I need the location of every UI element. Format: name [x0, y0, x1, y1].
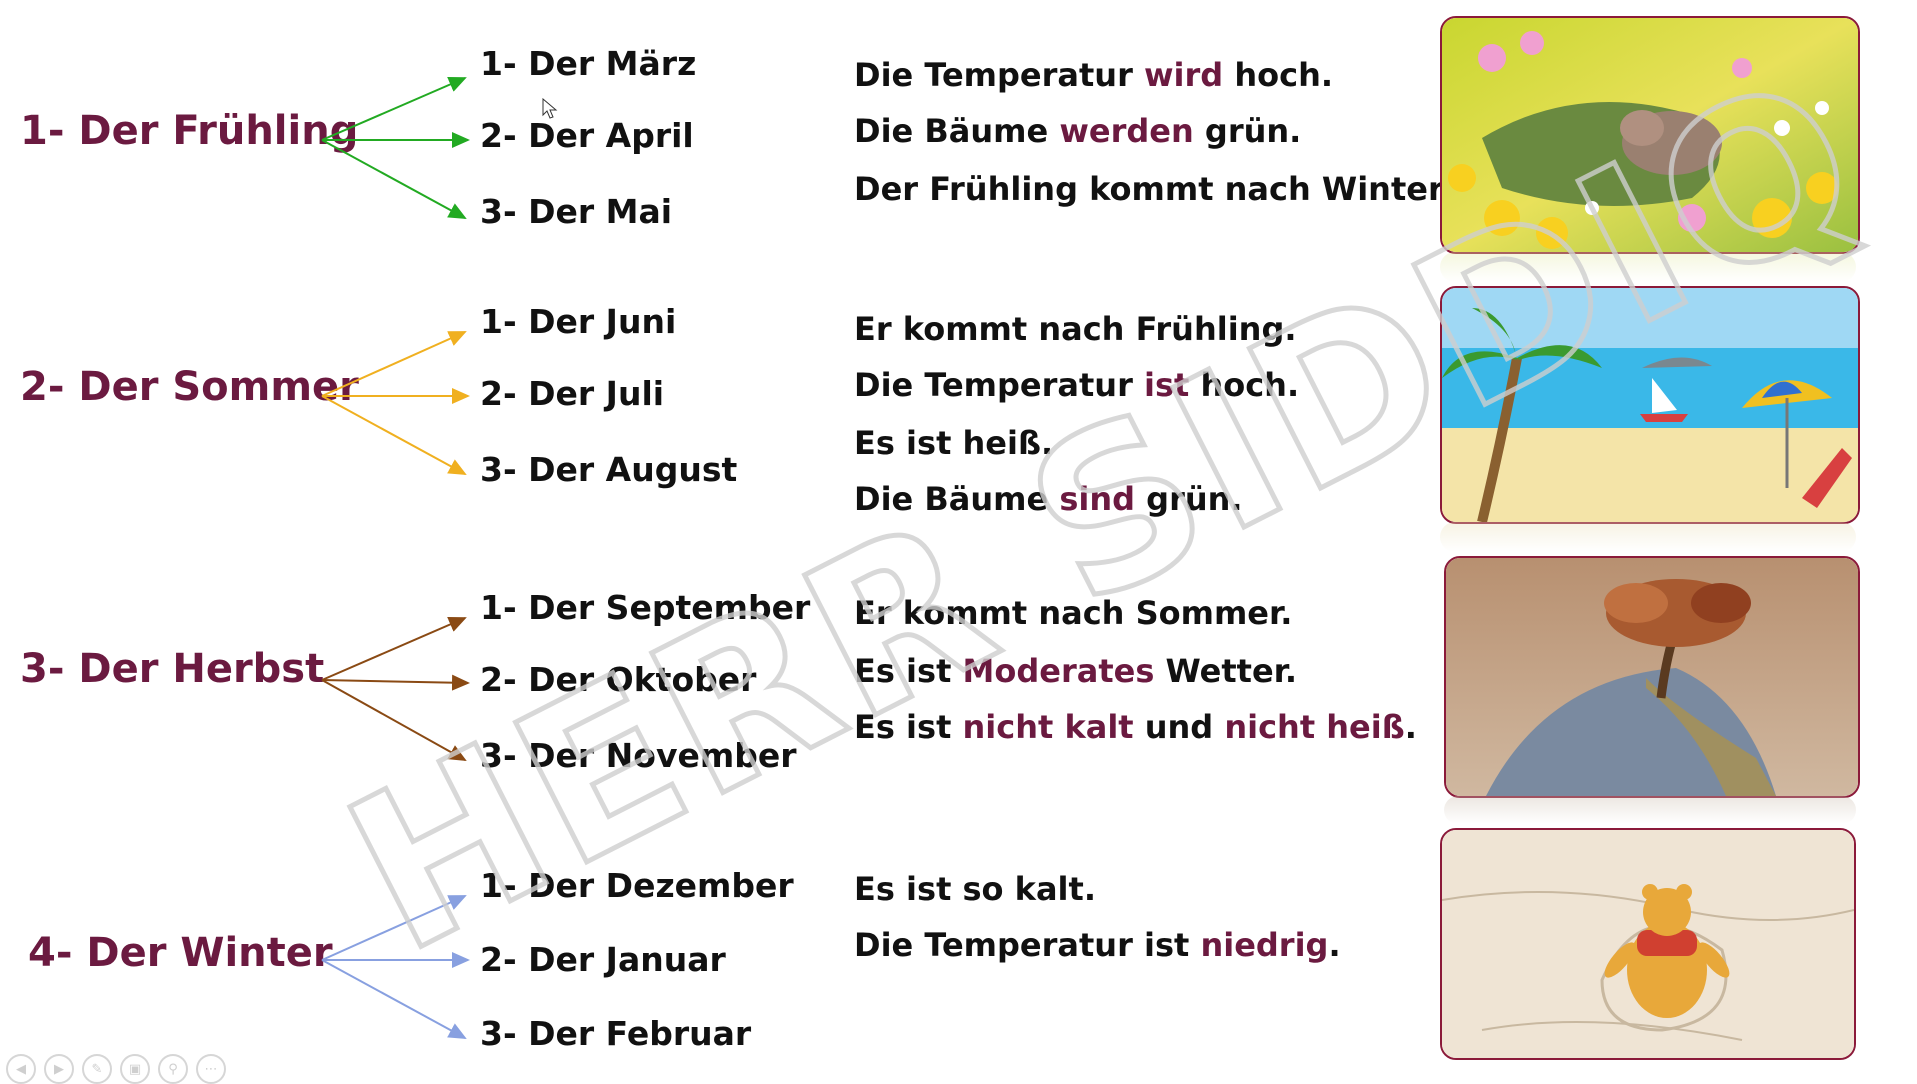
sentence-segment: und	[1133, 708, 1225, 746]
sentence-winter-2: Die Temperatur ist niedrig.	[854, 926, 1341, 964]
highlighted-word: ist	[1143, 366, 1190, 404]
autumn-image	[1444, 556, 1860, 798]
month-winter-2: 2- Der Januar	[480, 940, 726, 979]
highlighted-word: sind	[1059, 480, 1136, 518]
month-autumn-2: 2- Der Oktober	[480, 660, 757, 699]
sentence-segment: Wetter.	[1154, 652, 1298, 690]
sentence-segment: Es ist so kalt.	[854, 870, 1096, 908]
highlighted-word: werden	[1059, 112, 1194, 150]
sentence-segment: Die Bäume	[854, 480, 1060, 518]
sentence-segment: hoch.	[1189, 366, 1300, 404]
summer-image-reflection	[1440, 522, 1856, 552]
highlighted-word: nicht kalt	[962, 708, 1134, 746]
month-summer-3: 3- Der August	[480, 450, 738, 489]
sentence-spring-3: Der Frühling kommt nach Winter.	[854, 170, 1451, 208]
sentence-summer-2: Die Temperatur ist hoch.	[854, 366, 1299, 404]
highlighted-word: wird	[1143, 56, 1224, 94]
sentence-segment: hoch.	[1223, 56, 1334, 94]
month-winter-1: 1- Der Dezember	[480, 866, 794, 905]
sentence-winter-1: Es ist so kalt.	[854, 870, 1096, 908]
sentence-segment: .	[1328, 926, 1341, 964]
sentence-segment: Die Temperatur	[854, 366, 1144, 404]
winter-image	[1440, 828, 1856, 1060]
sentence-segment: grün.	[1193, 112, 1302, 150]
sentence-segment: Es ist heiß.	[854, 424, 1054, 462]
sentence-segment: Die Temperatur ist	[854, 926, 1201, 964]
highlighted-word: nicht heiß	[1224, 708, 1405, 746]
sentence-segment: Er kommt nach Sommer.	[854, 594, 1293, 632]
spring-image-reflection	[1440, 252, 1856, 282]
month-summer-2: 2- Der Juli	[480, 374, 665, 413]
month-winter-3: 3- Der Februar	[480, 1014, 752, 1053]
arrows-spring	[321, 77, 470, 219]
mouse-cursor-icon	[542, 98, 558, 119]
sentence-spring-2: Die Bäume werden grün.	[854, 112, 1301, 150]
month-spring-2: 2- Der April	[480, 116, 694, 155]
summer-image	[1440, 286, 1860, 524]
autumn-image-reflection	[1444, 796, 1856, 824]
arrows-summer	[321, 331, 470, 475]
sentence-segment: Die Temperatur	[854, 56, 1144, 94]
spring-image	[1440, 16, 1860, 254]
sentence-segment: .	[1404, 708, 1417, 746]
highlighted-word: Moderates	[962, 652, 1155, 690]
sentence-autumn-2: Es ist Moderates Wetter.	[854, 652, 1297, 690]
arrows-winter	[321, 895, 470, 1039]
sentence-autumn-1: Er kommt nach Sommer.	[854, 594, 1292, 632]
sentence-spring-1: Die Temperatur wird hoch.	[854, 56, 1333, 94]
sentence-summer-3: Es ist heiß.	[854, 424, 1053, 462]
month-autumn-1: 1- Der September	[480, 588, 811, 627]
highlighted-word: niedrig	[1200, 926, 1329, 964]
sentence-segment: Es ist	[854, 708, 963, 746]
sentence-segment: Die Bäume	[854, 112, 1060, 150]
month-autumn-3: 3- Der November	[480, 736, 797, 775]
sentence-segment: grün.	[1135, 480, 1243, 518]
sentence-segment: Er kommt nach Frühling.	[854, 310, 1297, 348]
sentence-summer-1: Er kommt nach Frühling.	[854, 310, 1297, 348]
month-spring-1: 1- Der März	[480, 44, 697, 83]
month-summer-1: 1- Der Juni	[480, 302, 677, 341]
month-spring-3: 3- Der Mai	[480, 192, 673, 231]
arrows-autumn	[321, 617, 470, 761]
sentence-segment: Der Frühling kommt nach Winter.	[854, 170, 1452, 208]
sentence-segment: Es ist	[854, 652, 963, 690]
sentence-summer-4: Die Bäume sind grün.	[854, 480, 1243, 518]
sentence-autumn-3: Es ist nicht kalt und nicht heiß.	[854, 708, 1417, 746]
